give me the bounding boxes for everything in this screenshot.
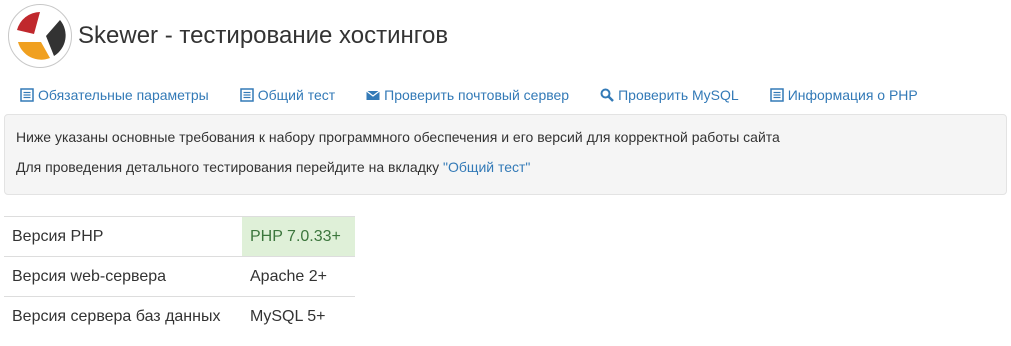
nav-php-info[interactable]: Информация о PHP (769, 87, 918, 103)
list-alt-icon (769, 88, 784, 102)
requirement-name: Версия web-сервера (4, 256, 242, 297)
requirement-value: PHP 7.0.33+ (242, 216, 355, 257)
search-icon (600, 88, 614, 102)
info-line-requirements: Ниже указаны основные требования к набор… (16, 129, 780, 145)
table-row: Версия web-сервера Apache 2+ (4, 256, 355, 297)
requirement-name: Версия PHP (4, 216, 242, 257)
nav-general-test[interactable]: Общий тест (239, 87, 336, 103)
info-line-text: Для проведения детального тестирования п… (16, 159, 444, 175)
info-panel: Ниже указаны основные требования к набор… (4, 114, 1007, 195)
skewer-logo (8, 4, 72, 68)
list-alt-icon (239, 88, 254, 102)
main-nav: Обязательные параметры Общий тест Провер… (20, 85, 949, 105)
general-test-link[interactable]: "Общий тест" (443, 159, 530, 175)
table-row: Версия PHP PHP 7.0.33+ (4, 216, 355, 257)
nav-label: Проверить MySQL (618, 87, 739, 103)
nav-required-params[interactable]: Обязательные параметры (20, 87, 209, 103)
nav-label: Общий тест (257, 87, 336, 103)
list-alt-icon (20, 88, 34, 102)
nav-check-mail-server[interactable]: Проверить почтовый сервер (366, 87, 569, 103)
table-row: Версия сервера баз данных MySQL 5+ (4, 296, 355, 337)
nav-check-mysql[interactable]: Проверить MySQL (600, 87, 739, 103)
requirements-table: Версия PHP PHP 7.0.33+ Версия web-сервер… (4, 216, 355, 337)
nav-label: Проверить почтовый сервер (384, 87, 570, 103)
info-line-detailed: Для проведения детального тестирования п… (16, 157, 995, 177)
page-title: Skewer - тестирование хостингов (78, 22, 449, 49)
requirement-value: Apache 2+ (242, 256, 355, 297)
nav-label: Информация о PHP (787, 87, 918, 103)
requirement-value: MySQL 5+ (242, 296, 355, 337)
nav-label: Обязательные параметры (38, 87, 209, 103)
requirement-name: Версия сервера баз данных (4, 296, 242, 337)
envelope-icon (366, 88, 381, 102)
page-header: Skewer - тестирование хостингов (8, 4, 448, 68)
